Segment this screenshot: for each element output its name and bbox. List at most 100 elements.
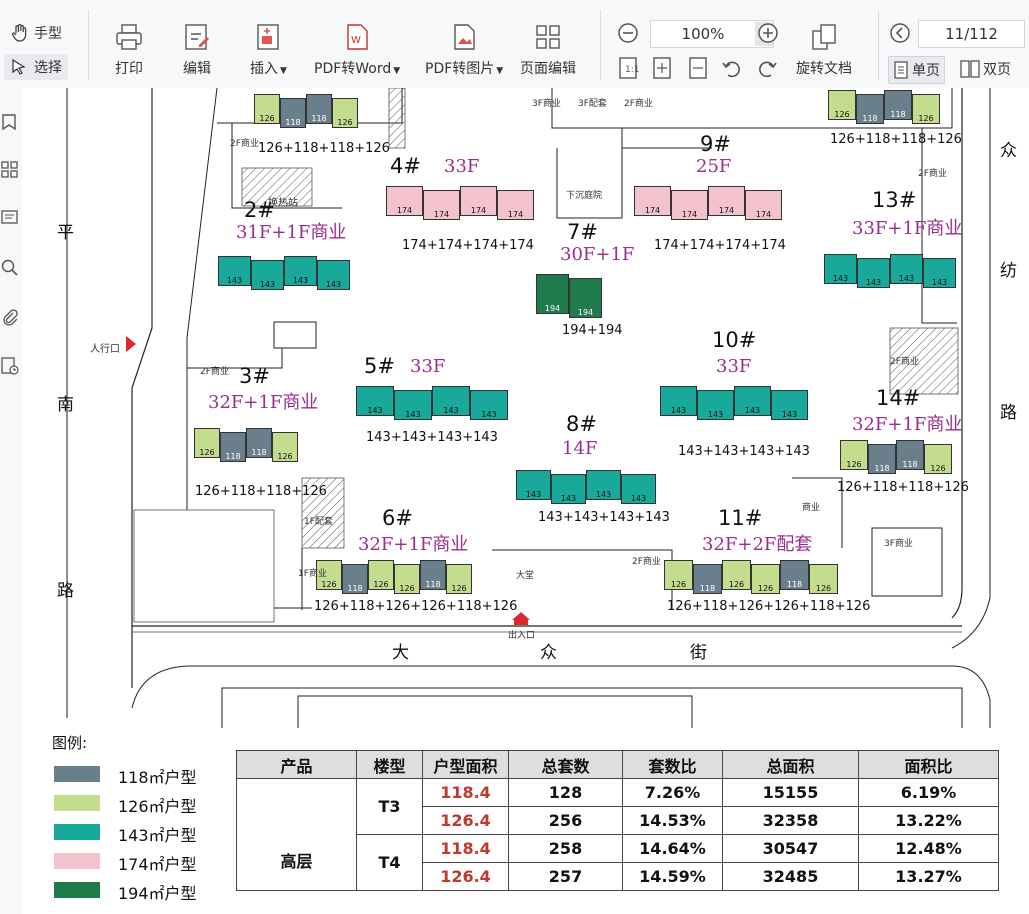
hand-tool[interactable]: 手型 [4,20,68,46]
unit-block-174: 174 [708,186,745,216]
cell-total-units: 258 [508,834,623,863]
cell-product: 高层 [236,778,357,891]
unit-block-118: 118 [246,428,272,458]
legend-swatch-126 [54,795,100,811]
pdf-to-word-button[interactable]: W PDF转Word ▼ [314,22,400,78]
commercial-1f-label: 1F商业 [298,569,327,579]
hand-tool-label: 手型 [34,26,62,42]
divider [600,10,601,80]
legend-swatch-194 [54,882,100,898]
unit-block-174: 174 [671,190,708,220]
cell-unit-area: 126.4 [422,862,509,891]
fit-width-icon[interactable] [686,56,710,80]
insert-button[interactable]: 插入 ▼ [250,22,287,78]
building-6-number: 6# [382,506,413,530]
legend-swatch-143 [54,824,100,840]
cell-building-type: T3 [356,778,423,835]
actual-size-icon[interactable]: 1:1 [616,56,640,80]
unit-block-143: 143 [734,386,771,416]
double-page-button[interactable]: 双页 [956,56,1015,82]
double-page-label: 双页 [983,62,1011,78]
building-3-floors: 32F+1F商业 [208,392,319,413]
bookmark-icon[interactable] [0,112,20,132]
insert-label: 插入 ▼ [250,61,287,77]
zoom-value: 100% [681,25,725,43]
road-label-bottom-3: 街 [690,643,707,663]
building-7-unit-mix: 194+194 [562,323,623,338]
print-button[interactable]: 打印 [114,22,144,78]
cell-area-ratio: 13.22% [858,806,999,835]
grid-pages-icon [536,25,560,49]
unit-block-143: 143 [284,256,317,286]
unit-block-126: 126 [751,564,780,594]
zoom-out-icon[interactable] [616,21,640,45]
select-tool[interactable]: 选择 [4,54,68,80]
commercial-3f-label-2: 3F商业 [884,539,913,549]
cell-total-area: 32485 [722,862,859,891]
rotate-right-icon[interactable] [755,56,779,80]
divider [88,10,89,80]
single-page-button[interactable]: 单页 [888,56,945,84]
rotate-document-icon [812,24,836,50]
heat-station-label: 换热站 [268,198,298,209]
page-edit-button[interactable]: 页面编辑 [520,22,576,78]
unit-block-143: 143 [356,386,394,416]
building-5-floors: 33F [410,356,446,377]
unit-block-174: 174 [460,186,497,216]
unit-block-174: 174 [497,190,534,220]
unit-block-174: 174 [386,186,423,216]
history-icon[interactable] [0,356,20,376]
pdf-to-image-button[interactable]: PDF转图片 ▼ [425,22,503,78]
header-area-ratio: 面积比 [858,750,999,779]
edit-icon [185,24,209,50]
cell-unit-area: 118.4 [422,834,509,863]
unit-block-118: 118 [342,564,368,594]
previous-page-icon[interactable] [888,21,912,45]
road-label-right-1: 众 [1000,141,1017,161]
unit-block-143: 143 [251,260,284,290]
attachment-icon[interactable] [0,308,20,328]
unit-block-126: 126 [924,444,952,474]
cell-total-units: 128 [508,778,623,807]
word-file-icon: W [347,24,368,50]
unit-block-143: 143 [586,470,621,500]
support-3f-label: 3F配套 [578,99,607,109]
page-number-input[interactable]: 11/112 [918,20,1025,48]
main-entrance-label: 出入口 [508,631,536,641]
commercial-2f-label-6: 2F商业 [632,557,661,567]
zoom-in-icon[interactable] [756,21,780,45]
road-label-left-1: 平 [57,223,74,243]
search-icon[interactable] [0,258,20,278]
edit-button[interactable]: 编辑 [182,22,212,78]
legend-label-143: 143㎡户型 [118,826,197,845]
divider [878,10,879,80]
unit-block-143: 143 [621,474,656,504]
header-total-area: 总面积 [722,750,859,779]
svg-text:W: W [351,35,361,46]
cell-building-type: T4 [356,834,423,891]
unit-block-143: 143 [516,470,551,500]
unit-block-126: 126 [194,428,220,458]
toolbar: 手型 选择 打印 编辑 插入 ▼ W PDF转Word ▼ PDF转图片 ▼ 页面编辑… [0,0,1029,89]
fit-page-icon[interactable] [650,56,674,80]
legend-label-174: 174㎡户型 [118,855,197,874]
unit-block-118: 118 [693,564,722,594]
building-4-unit-mix: 174+174+174+174 [402,238,534,253]
cell-unit-ratio: 14.59% [622,862,723,891]
single-page-icon [894,61,908,79]
cell-unit-ratio: 14.53% [622,806,723,835]
support-1f-label: 1F配套 [304,517,333,527]
unit-block-143: 143 [890,254,923,284]
unit-block-174: 174 [745,190,782,220]
unit-block-143: 143 [218,256,251,286]
svg-text:1:1: 1:1 [625,65,639,75]
building-5-unit-mix: 143+143+143+143 [366,430,498,445]
thumbnails-icon[interactable] [0,160,20,180]
comment-icon[interactable] [0,208,20,228]
rotate-doc-button[interactable]: 旋转文档 [796,22,852,78]
commercial-2f-label-3: 2F商业 [624,99,653,109]
building-11-unit-mix: 126+118+126+126+118+126 [667,599,871,614]
legend-label-126: 126㎡户型 [118,797,197,816]
building-9-number: 9# [700,132,731,156]
rotate-left-icon[interactable] [720,56,744,80]
